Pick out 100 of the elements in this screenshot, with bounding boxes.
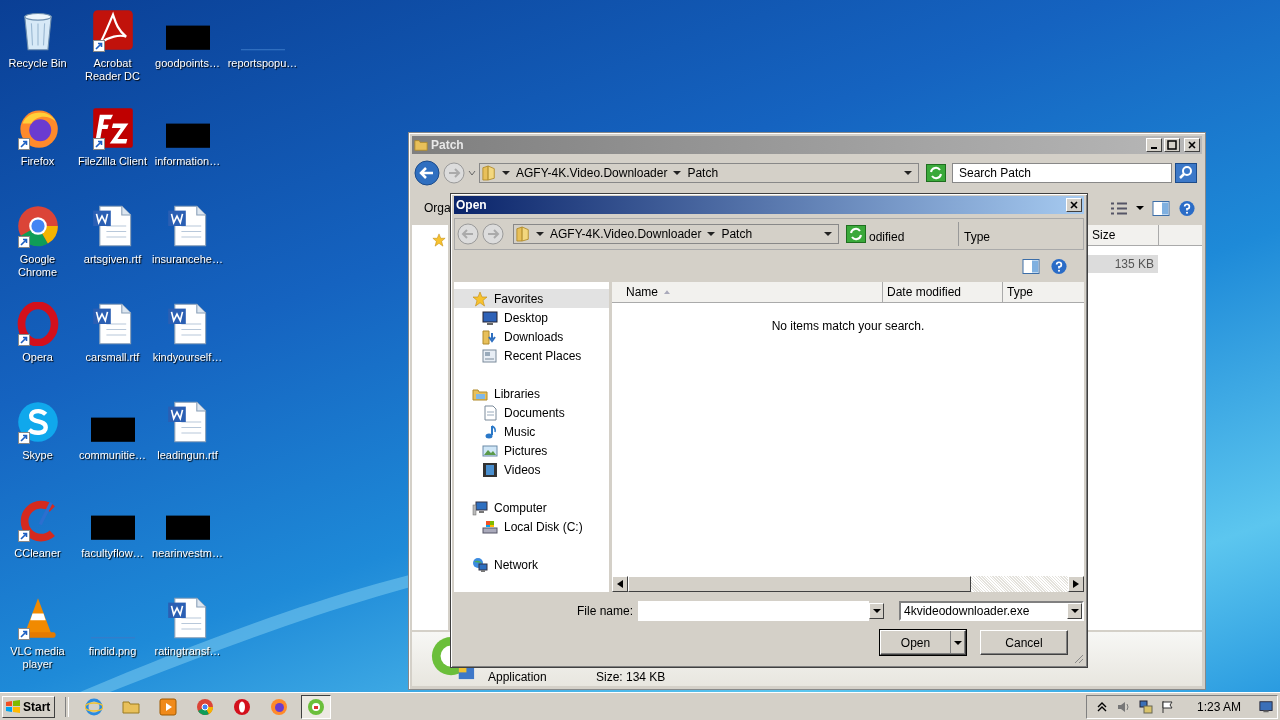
- breadcrumb-item[interactable]: Patch: [687, 166, 719, 180]
- icon-label[interactable]: carsmall.rtf: [85, 351, 140, 364]
- nav-item[interactable]: Videos: [454, 460, 609, 479]
- breadcrumb-item[interactable]: AGFY-4K.Video.Downloader: [550, 227, 702, 241]
- column-header[interactable]: Date modified: [883, 282, 1003, 302]
- icon-label[interactable]: Acrobat Reader DC: [75, 57, 150, 83]
- nav-item[interactable]: Desktop: [454, 308, 609, 327]
- app-icon[interactable]: [90, 106, 135, 150]
- search-button[interactable]: [1175, 163, 1197, 183]
- chevron-icon[interactable]: [707, 232, 716, 236]
- folder-icon: [516, 225, 530, 243]
- chevron-icon[interactable]: [673, 171, 682, 175]
- table-cell[interactable]: 135 KB: [1087, 255, 1158, 273]
- icon-label[interactable]: reportspopu…: [227, 57, 298, 70]
- flag-icon[interactable]: [1160, 699, 1175, 714]
- preview-pane-icon[interactable]: [1022, 257, 1040, 275]
- icon-label[interactable]: Opera: [22, 351, 53, 364]
- star-icon: [432, 233, 446, 247]
- nav-item[interactable]: Recent Places: [454, 346, 609, 365]
- icon-label[interactable]: CCleaner: [14, 547, 61, 560]
- windows-flag-icon: [5, 698, 21, 715]
- chevron-icon[interactable]: [502, 171, 510, 175]
- icon-label[interactable]: insurancehe…: [152, 253, 223, 266]
- nav-item[interactable]: Local Disk (C:): [454, 517, 609, 536]
- chat-app-icon[interactable]: [15, 400, 60, 444]
- address-bar[interactable]: AGFY-4K.Video.Downloader Patch: [479, 163, 919, 183]
- app-icon: [307, 697, 326, 716]
- pdf-icon[interactable]: [90, 8, 135, 52]
- clock[interactable]: 1:23 AM: [1196, 699, 1241, 714]
- nav-item[interactable]: Network: [454, 555, 609, 574]
- browser-icon[interactable]: [15, 302, 60, 346]
- icon-label[interactable]: artsgiven.rtf: [83, 253, 142, 266]
- browser-icon: [196, 697, 215, 716]
- left-arrow-icon: [617, 580, 623, 588]
- back-button[interactable]: [414, 160, 440, 186]
- network-icon[interactable]: [1138, 699, 1153, 714]
- dropdown-arrow-icon[interactable]: [824, 232, 832, 236]
- open-button[interactable]: Open: [880, 630, 966, 655]
- dropdown-button[interactable]: [869, 603, 884, 619]
- icon-label[interactable]: information…: [154, 155, 221, 168]
- icon-label[interactable]: findid.png: [88, 645, 137, 658]
- folder-icon: [414, 138, 428, 152]
- address-bar[interactable]: AGFY-4K.Video.Downloader Patch: [513, 224, 839, 244]
- nav-item[interactable]: Documents: [454, 403, 609, 422]
- recent-places-icon: [482, 347, 498, 364]
- show-desktop-icon[interactable]: [1259, 699, 1273, 714]
- scroll-right-button[interactable]: [1068, 576, 1084, 592]
- icon-label[interactable]: Firefox: [20, 155, 55, 168]
- cancel-button[interactable]: Cancel: [980, 630, 1068, 655]
- caret-icon[interactable]: [1136, 206, 1144, 210]
- search-field[interactable]: Search Patch: [952, 163, 1172, 183]
- speaker-icon[interactable]: [1116, 699, 1131, 714]
- taskbar-button[interactable]: [301, 694, 332, 719]
- close-button[interactable]: [1066, 198, 1082, 212]
- icon-label[interactable]: nearinvestm…: [152, 547, 223, 560]
- column-header[interactable]: Name: [612, 282, 883, 302]
- nav-item[interactable]: Libraries: [454, 384, 609, 403]
- nav-item[interactable]: Computer: [454, 498, 609, 517]
- icon-label[interactable]: kindyourself…: [152, 351, 223, 364]
- browser-icon: [270, 697, 289, 716]
- help-icon[interactable]: [1178, 199, 1196, 217]
- scroll-thumb[interactable]: [628, 576, 971, 592]
- refresh-button[interactable]: [926, 164, 946, 182]
- refresh-button[interactable]: [846, 225, 866, 243]
- nav-item[interactable]: Music: [454, 422, 609, 441]
- file-name-field[interactable]: [638, 601, 869, 621]
- preview-pane-icon[interactable]: [1152, 199, 1170, 217]
- nav-item[interactable]: Favorites: [454, 289, 609, 308]
- icon-label[interactable]: Skype: [22, 449, 53, 462]
- resize-grip-icon[interactable]: [1072, 652, 1084, 664]
- icon-label[interactable]: leadingun.rtf: [157, 449, 218, 462]
- icon-label[interactable]: goodpoints…: [155, 57, 220, 70]
- minimize-button[interactable]: [1146, 138, 1162, 152]
- nav-item[interactable]: Downloads: [454, 327, 609, 346]
- start-button[interactable]: Start: [2, 695, 56, 718]
- icon-label[interactable]: FileZilla Client: [77, 155, 148, 168]
- maximize-button[interactable]: [1164, 138, 1180, 152]
- caret-icon: [872, 609, 881, 613]
- scroll-left-button[interactable]: [612, 576, 628, 592]
- breadcrumb-item[interactable]: Patch: [721, 227, 753, 241]
- browser-icon[interactable]: [15, 204, 60, 248]
- horizontal-scrollbar[interactable]: [612, 576, 1084, 592]
- film-icon: [482, 461, 498, 478]
- icon-label[interactable]: Google Chrome: [0, 253, 75, 279]
- icon-label[interactable]: Recycle Bin: [8, 57, 67, 70]
- icon-label[interactable]: VLC media player: [0, 645, 75, 671]
- column-header[interactable]: Type: [1003, 282, 1084, 302]
- close-icon: [1069, 200, 1079, 210]
- breadcrumb-item[interactable]: AGFY-4K.Video.Downloader: [516, 166, 668, 180]
- icon-label[interactable]: communitie…: [78, 449, 147, 462]
- close-button[interactable]: [1184, 138, 1200, 152]
- dropdown-arrow-icon[interactable]: [904, 171, 912, 175]
- network-icon: [472, 556, 488, 573]
- organize-menu[interactable]: Orga: [424, 201, 451, 215]
- icon-label[interactable]: facultyflow…: [81, 547, 144, 560]
- file-type-dropdown[interactable]: 4kvideodownloader.exe: [899, 601, 1084, 621]
- minimize-icon: [1151, 147, 1157, 149]
- help-icon[interactable]: [1050, 257, 1068, 275]
- nav-item[interactable]: Pictures: [454, 441, 609, 460]
- chevron-icon[interactable]: [536, 232, 544, 236]
